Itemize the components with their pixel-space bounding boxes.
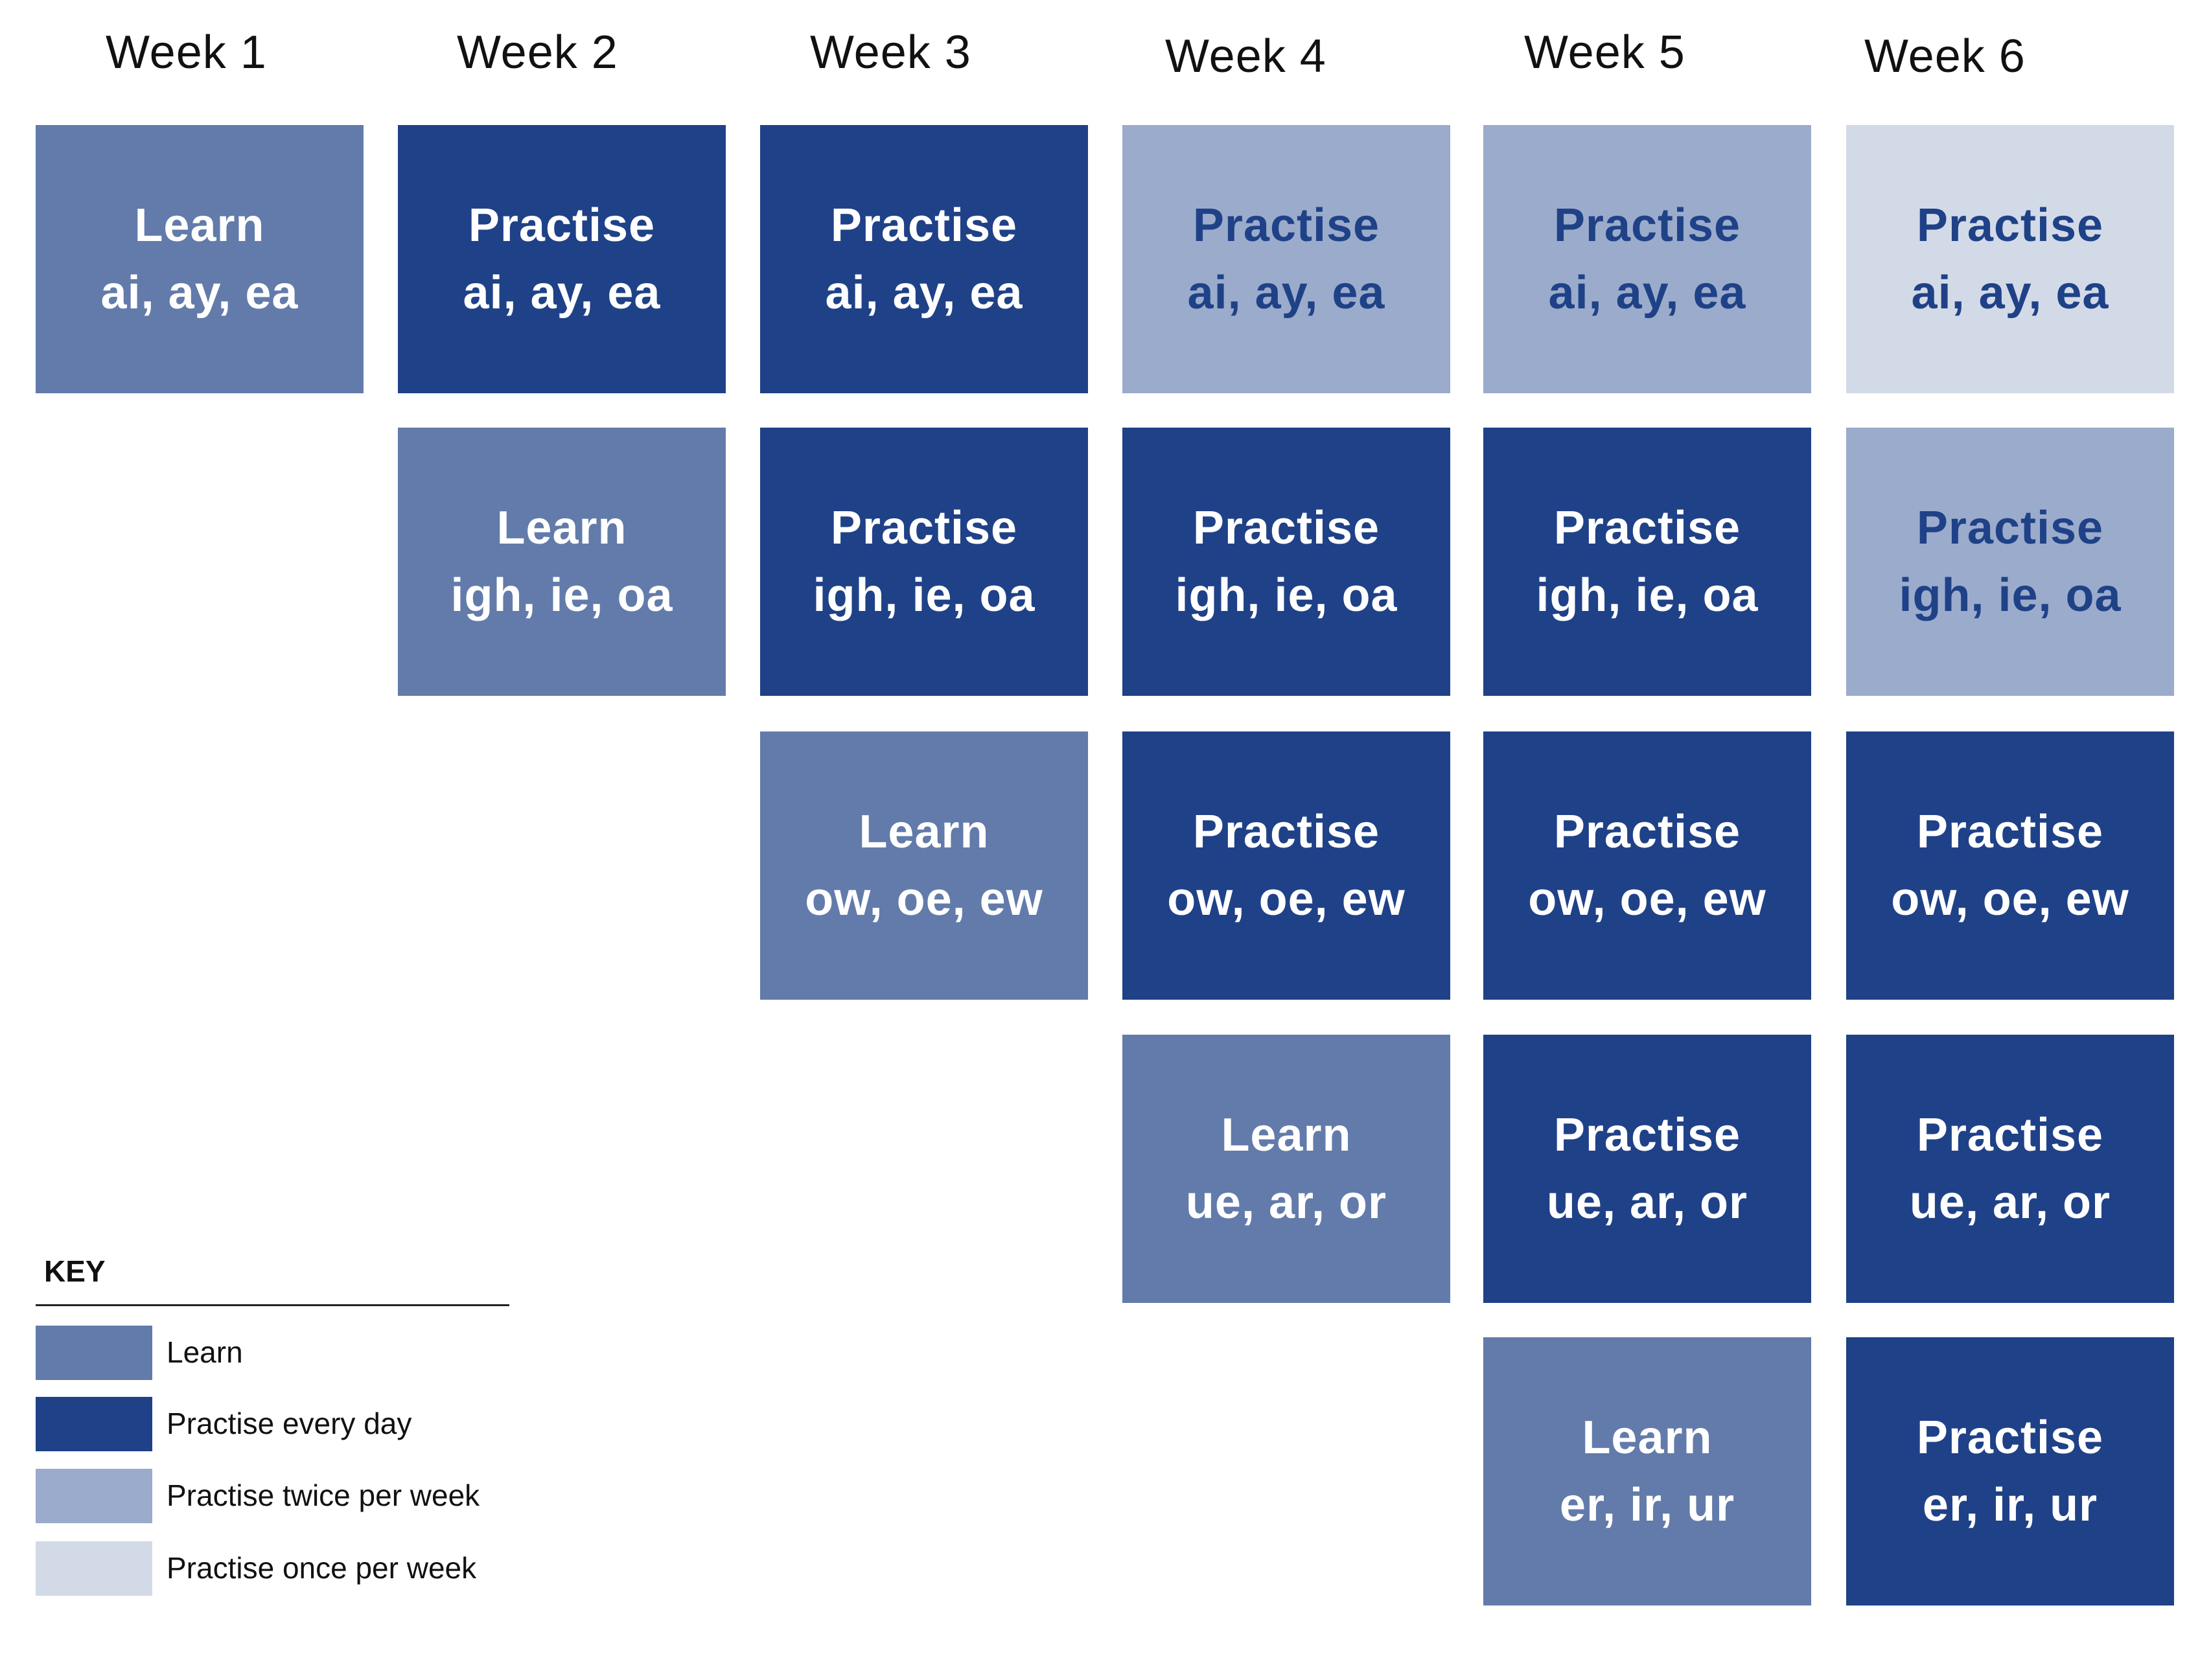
key-swatch-practise-once-per-week xyxy=(36,1541,152,1596)
cell-sounds: ow, oe, ew xyxy=(805,873,1043,925)
key-divider xyxy=(36,1304,509,1306)
cell-action: Practise xyxy=(1192,502,1380,554)
key-label: Learn xyxy=(167,1335,243,1369)
cell-sounds: ue, ar, or xyxy=(1185,1177,1387,1228)
week-header-2: Week 2 xyxy=(457,27,618,78)
key-item-learn: Learn xyxy=(36,1326,619,1380)
cell-sounds: ai, ay, ea xyxy=(1187,267,1385,319)
schedule-cell-week5-row3: Practise ow, oe, ew xyxy=(1483,731,1811,1000)
schedule-cell-week5-row2: Practise igh, ie, oa xyxy=(1483,428,1811,696)
schedule-cell-week3-row3: Learn ow, oe, ew xyxy=(760,731,1088,1000)
cell-action: Practise xyxy=(1916,200,2104,251)
cell-sounds: ai, ay, ea xyxy=(1548,267,1746,319)
schedule-cell-week4-row2: Practise igh, ie, oa xyxy=(1122,428,1450,696)
week-header-3: Week 3 xyxy=(810,27,971,78)
schedule-cell-week2-row2: Learn igh, ie, oa xyxy=(398,428,726,696)
schedule-cell-week6-row4: Practise ue, ar, or xyxy=(1846,1035,2174,1303)
cell-action: Practise xyxy=(1916,806,2104,858)
key-label: Practise every day xyxy=(167,1407,412,1440)
cell-action: Learn xyxy=(859,806,990,858)
cell-action: Practise xyxy=(1192,806,1380,858)
cell-sounds: ai, ay, ea xyxy=(1911,267,2109,319)
schedule-cell-week6-row1: Practise ai, ay, ea xyxy=(1846,125,2174,393)
cell-action: Practise xyxy=(830,502,1018,554)
schedule-cell-week6-row3: Practise ow, oe, ew xyxy=(1846,731,2174,1000)
key-label: Practise once per week xyxy=(167,1551,477,1585)
cell-sounds: igh, ie, oa xyxy=(1536,570,1759,621)
cell-action: Practise xyxy=(830,200,1018,251)
cell-sounds: ai, ay, ea xyxy=(100,267,299,319)
schedule-cell-week5-row1: Practise ai, ay, ea xyxy=(1483,125,1811,393)
key-item-practise-twice-per-week: Practise twice per week xyxy=(36,1469,619,1523)
cell-action: Practise xyxy=(1192,200,1380,251)
key-title: KEY xyxy=(44,1254,106,1288)
cell-action: Practise xyxy=(1916,1109,2104,1161)
cell-sounds: ow, oe, ew xyxy=(1528,873,1766,925)
cell-action: Practise xyxy=(1553,502,1741,554)
cell-action: Practise xyxy=(1916,502,2104,554)
cell-sounds: ai, ay, ea xyxy=(825,267,1023,319)
cell-sounds: igh, ie, oa xyxy=(1899,570,2122,621)
schedule-cell-week6-row2: Practise igh, ie, oa xyxy=(1846,428,2174,696)
cell-action: Practise xyxy=(468,200,656,251)
cell-action: Practise xyxy=(1916,1412,2104,1464)
cell-sounds: er, ir, ur xyxy=(1559,1479,1735,1531)
cell-sounds: ow, oe, ew xyxy=(1167,873,1406,925)
cell-sounds: igh, ie, oa xyxy=(1175,570,1398,621)
cell-sounds: ue, ar, or xyxy=(1909,1177,2111,1228)
key-item-practise-every-day: Practise every day xyxy=(36,1397,619,1451)
cell-sounds: igh, ie, oa xyxy=(450,570,673,621)
week-header-4: Week 4 xyxy=(1165,30,1326,82)
cell-action: Learn xyxy=(1221,1109,1352,1161)
schedule-cell-week4-row1: Practise ai, ay, ea xyxy=(1122,125,1450,393)
schedule-cell-week1-row1: Learn ai, ay, ea xyxy=(36,125,364,393)
schedule-cell-week4-row3: Practise ow, oe, ew xyxy=(1122,731,1450,1000)
cell-sounds: ai, ay, ea xyxy=(463,267,661,319)
cell-action: Practise xyxy=(1553,200,1741,251)
cell-action: Practise xyxy=(1553,806,1741,858)
cell-sounds: ow, oe, ew xyxy=(1891,873,2129,925)
schedule-cell-week5-row4: Practise ue, ar, or xyxy=(1483,1035,1811,1303)
schedule-cell-week3-row2: Practise igh, ie, oa xyxy=(760,428,1088,696)
cell-action: Learn xyxy=(134,200,265,251)
key-label: Practise twice per week xyxy=(167,1479,480,1512)
cell-sounds: igh, ie, oa xyxy=(813,570,1036,621)
key-swatch-practise-twice-per-week xyxy=(36,1469,152,1523)
cell-sounds: er, ir, ur xyxy=(1922,1479,2098,1531)
cell-sounds: ue, ar, or xyxy=(1546,1177,1748,1228)
cell-action: Learn xyxy=(1582,1412,1713,1464)
week-header-6: Week 6 xyxy=(1864,30,2026,82)
week-header-5: Week 5 xyxy=(1524,27,1685,78)
key-swatch-learn xyxy=(36,1326,152,1380)
cell-action: Practise xyxy=(1553,1109,1741,1161)
key-swatch-practise-every-day xyxy=(36,1397,152,1451)
key-item-practise-once-per-week: Practise once per week xyxy=(36,1541,619,1596)
cell-action: Learn xyxy=(496,502,627,554)
week-header-1: Week 1 xyxy=(106,27,267,78)
schedule-cell-week6-row5: Practise er, ir, ur xyxy=(1846,1337,2174,1605)
schedule-cell-week2-row1: Practise ai, ay, ea xyxy=(398,125,726,393)
schedule-cell-week4-row4: Learn ue, ar, or xyxy=(1122,1035,1450,1303)
schedule-cell-week5-row5: Learn er, ir, ur xyxy=(1483,1337,1811,1605)
schedule-cell-week3-row1: Practise ai, ay, ea xyxy=(760,125,1088,393)
